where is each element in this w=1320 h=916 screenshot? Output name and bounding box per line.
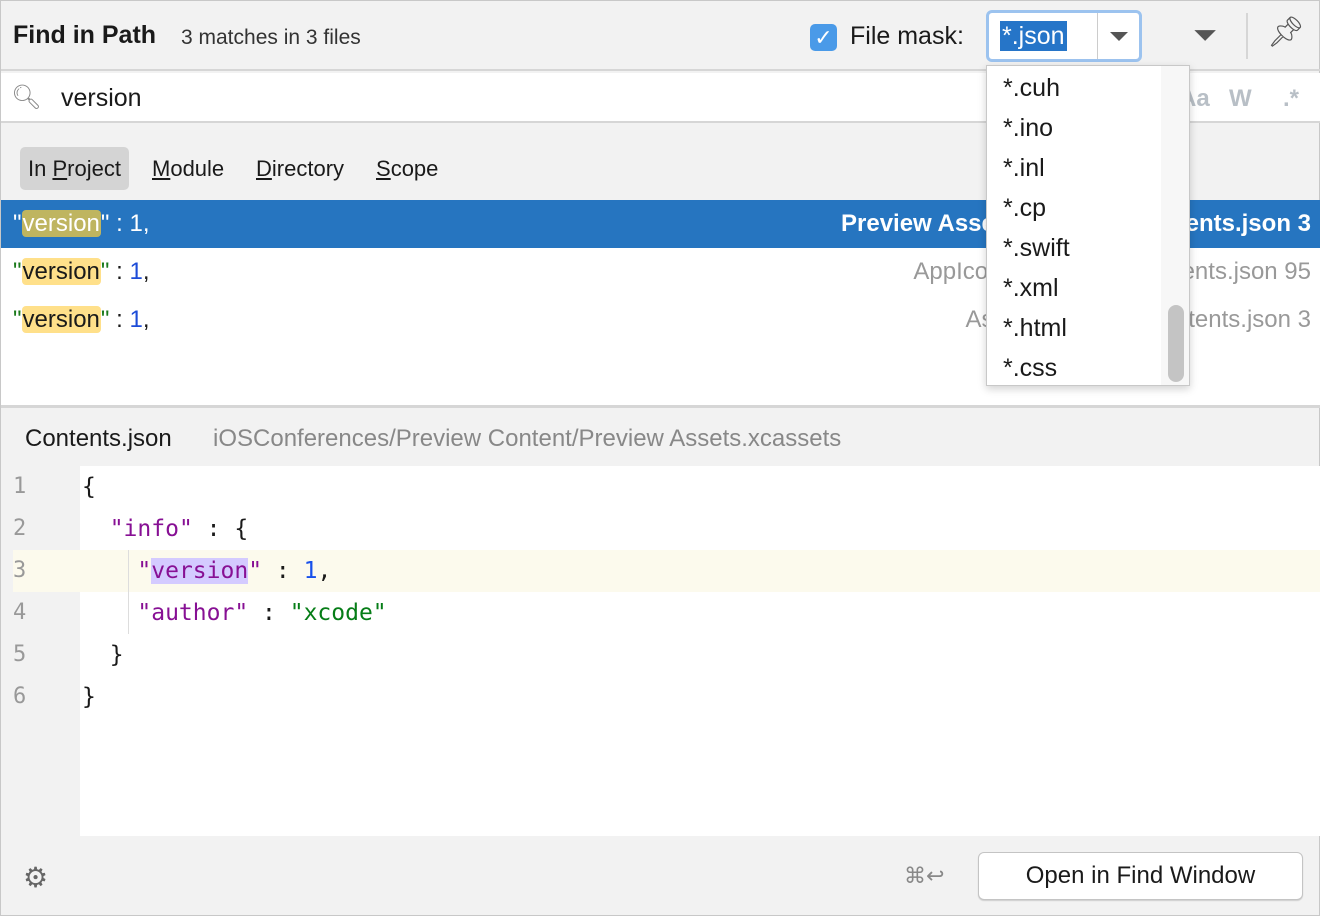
code-line: }	[82, 642, 124, 668]
tab-mnemonic: S	[376, 156, 391, 181]
dropdown-item[interactable]: *.swift	[1003, 228, 1070, 268]
code-line: }	[82, 684, 96, 710]
tab-in-project[interactable]: In Project	[20, 147, 129, 190]
code-preview[interactable]: 1 2 3 4 5 6 { "info" : { "version" : 1, …	[1, 466, 1320, 836]
divider	[1246, 13, 1248, 59]
dropdown-item[interactable]: *.ino	[1003, 108, 1053, 148]
code-line: "author" : "xcode"	[137, 600, 387, 626]
tab-label: cope	[390, 156, 439, 181]
search-icon[interactable]: 🔍︎	[11, 83, 41, 112]
tab-label: roject	[67, 156, 121, 181]
line-number: 2	[13, 516, 27, 541]
open-in-find-window-button[interactable]: Open in Find Window	[978, 852, 1303, 900]
tab-mnemonic: D	[256, 156, 272, 181]
search-input[interactable]: version	[61, 84, 142, 113]
chevron-down-icon[interactable]	[1097, 13, 1139, 59]
file-mask-combobox[interactable]: *.json	[986, 10, 1142, 62]
dropdown-item[interactable]: *.xml	[1003, 268, 1059, 308]
file-mask-input[interactable]: *.json	[1000, 21, 1067, 51]
header: Find in Path 3 matches in 3 files ✓ File…	[1, 1, 1320, 71]
match-count: 3 matches in 3 files	[181, 26, 361, 49]
tab-label: irectory	[271, 156, 345, 181]
code-line-current: "version" : 1,	[80, 550, 1320, 592]
tab-scope[interactable]: Scope	[368, 147, 446, 190]
tab-label: In	[28, 156, 53, 181]
line-number: 4	[13, 600, 27, 625]
tab-directory[interactable]: Directory	[248, 147, 352, 190]
preview-file-path: iOSConferences/Preview Content/Preview A…	[213, 425, 842, 452]
shortcut-hint: ⌘↩	[904, 863, 945, 888]
dropdown-item[interactable]: *.cuh	[1003, 68, 1060, 108]
code-line: {	[82, 474, 96, 500]
result-text: "version" : 1,	[13, 210, 150, 237]
line-number: 6	[13, 684, 27, 709]
tab-label: odule	[170, 156, 225, 181]
file-mask-dropdown: *.cuh *.ino *.inl *.cp *.swift *.xml *.h…	[986, 65, 1190, 386]
dropdown-item[interactable]: *.inl	[1003, 148, 1045, 188]
words-toggle[interactable]: W	[1229, 85, 1252, 113]
code-line: "info" : {	[109, 516, 249, 542]
file-mask-checkbox[interactable]: ✓	[810, 24, 837, 51]
line-number: 1	[13, 474, 27, 499]
line-number: 5	[13, 642, 27, 667]
scrollbar-thumb[interactable]	[1168, 305, 1184, 382]
result-text: "version" : 1,	[13, 306, 150, 333]
result-text: "version" : 1,	[13, 258, 150, 285]
tab-mnemonic: M	[152, 156, 171, 181]
dropdown-item[interactable]: *.html	[1003, 308, 1067, 348]
file-mask-label: File mask:	[850, 22, 964, 50]
dropdown-item[interactable]: *.cp	[1003, 188, 1046, 228]
settings-gear-icon[interactable]: ⚙	[23, 861, 48, 894]
pin-icon[interactable]: 📌︎	[1267, 15, 1305, 50]
regex-toggle[interactable]: .*	[1283, 85, 1299, 113]
line-gutter: 1 2 3 4 5 6	[1, 466, 92, 836]
tab-mnemonic: P	[52, 156, 68, 181]
preview-file-name: Contents.json	[25, 425, 172, 452]
dialog-title: Find in Path	[13, 21, 157, 49]
tab-module[interactable]: Module	[144, 147, 232, 190]
indent-guide	[128, 550, 129, 634]
dropdown-item[interactable]: *.css	[1003, 348, 1057, 388]
preview-header: Contents.json iOSConferences/Preview Con…	[1, 411, 1320, 466]
filter-icon[interactable]: ⏷	[1193, 19, 1217, 53]
